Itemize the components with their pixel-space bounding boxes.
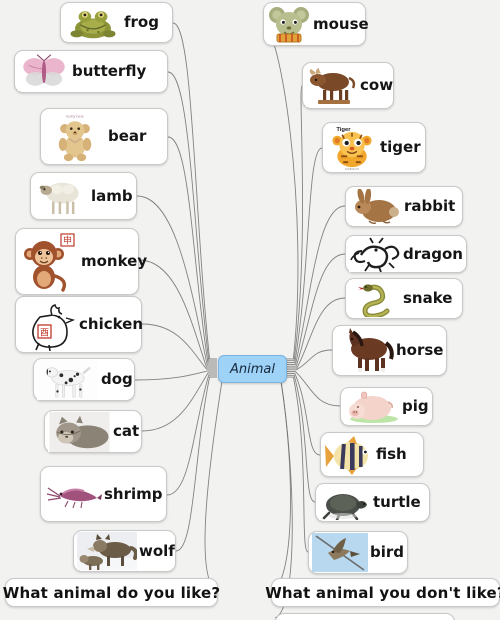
connector-line xyxy=(286,147,323,363)
animal-node-label: pig xyxy=(402,397,429,415)
question-bar[interactable]: What animal you don't like? xyxy=(265,578,500,607)
connector-line xyxy=(262,23,299,360)
connector-line xyxy=(141,372,217,432)
dog-photo xyxy=(37,359,99,400)
cow-photo xyxy=(306,64,358,107)
connector-line xyxy=(138,259,217,368)
animal-node-label: dog xyxy=(101,370,133,388)
animal-node-bird[interactable]: bird xyxy=(308,531,408,574)
connector-line xyxy=(286,373,321,456)
svg-text:Tiger: Tiger xyxy=(336,127,351,133)
animal-node-label: monkey xyxy=(81,252,148,270)
animal-node-horse[interactable]: horse xyxy=(332,325,447,376)
shrimp-photo xyxy=(44,472,102,516)
connector-line xyxy=(270,380,291,593)
animal-node-cow[interactable]: cow xyxy=(302,62,394,109)
animal-node-label: lamb xyxy=(91,186,133,205)
connector-line xyxy=(136,195,217,366)
animal-node-label: turtle xyxy=(373,493,421,511)
bird-photo xyxy=(312,533,368,572)
connector-line xyxy=(286,85,303,362)
animal-node-label: horse xyxy=(396,341,444,359)
connector-line xyxy=(286,371,341,407)
bear-photo: teddy bear xyxy=(44,110,106,163)
animal-node-snake[interactable]: snake xyxy=(345,278,463,319)
animal-node-rabbit[interactable]: rabbit xyxy=(345,186,463,227)
animal-node-dog[interactable]: dog xyxy=(33,358,135,401)
animal-node-label: tiger xyxy=(380,138,421,156)
connector-line xyxy=(167,136,217,364)
central-node-animal[interactable]: Animal xyxy=(218,355,287,383)
animal-node-label: butterfly xyxy=(72,62,147,80)
animal-node-label: bear xyxy=(108,127,147,145)
wolf-photo xyxy=(77,532,137,570)
animal-node-bear[interactable]: teddy bear bear xyxy=(40,108,168,165)
animal-node-dragon[interactable]: dragon xyxy=(345,235,467,273)
animal-node-label: rabbit xyxy=(404,197,456,215)
animal-node-tiger[interactable]: Tiger cuuba.cn tiger xyxy=(322,122,426,173)
animal-node-label: chicken xyxy=(79,315,144,333)
chicken-photo: 酉 xyxy=(19,298,77,351)
cat-photo xyxy=(48,411,111,452)
svg-text:cuuba.cn: cuuba.cn xyxy=(345,167,359,171)
animal-node-label: cat xyxy=(113,422,140,440)
question-label: What animal you don't like? xyxy=(265,583,500,602)
animal-node-shrimp[interactable]: shrimp xyxy=(40,466,167,522)
svg-text:申: 申 xyxy=(63,234,72,245)
animal-node-label: bird xyxy=(370,543,405,561)
question-bar[interactable]: What animal do you like? xyxy=(2,578,221,607)
central-node-label: Animal xyxy=(230,361,275,377)
pig-photo xyxy=(344,389,400,424)
animal-node-wolf[interactable]: wolf xyxy=(73,530,176,572)
horse-photo xyxy=(336,327,394,374)
frog-photo xyxy=(64,4,122,41)
connector-line xyxy=(166,374,217,496)
connector-line xyxy=(286,376,309,553)
animal-node-label: dragon xyxy=(403,244,463,263)
connector-line xyxy=(172,22,217,360)
question-bar-clipped[interactable] xyxy=(275,613,455,620)
animal-node-label: frog xyxy=(124,13,159,31)
snake-photo xyxy=(349,280,401,317)
turtle-photo xyxy=(319,485,371,520)
animal-node-turtle[interactable]: turtle xyxy=(315,483,430,522)
question-label: What animal do you like? xyxy=(2,583,221,602)
connector-line xyxy=(286,349,333,371)
connector-line xyxy=(175,376,217,552)
animal-node-label: mouse xyxy=(313,14,369,33)
connector-line xyxy=(167,71,217,362)
animal-node-monkey[interactable]: 申 monkey xyxy=(15,228,147,295)
connector-line xyxy=(141,323,217,370)
svg-text:teddy bear: teddy bear xyxy=(66,114,84,118)
animal-node-label: wolf xyxy=(139,541,175,560)
animal-node-cat[interactable]: cat xyxy=(44,410,142,453)
animal-node-mouse[interactable]: mouse xyxy=(263,2,369,46)
mind-map-canvas: Animal frog butterfly teddy bear bear la… xyxy=(0,0,500,620)
animal-node-label: fish xyxy=(376,445,407,463)
rabbit-photo xyxy=(349,188,402,225)
lamb-photo xyxy=(34,175,89,217)
animal-node-label: cow xyxy=(360,76,394,94)
animal-node-frog[interactable]: frog xyxy=(60,2,173,43)
mouse-photo xyxy=(267,4,311,44)
animal-node-label: snake xyxy=(403,289,453,307)
animal-node-pig[interactable]: pig xyxy=(340,387,433,426)
tiger-photo: Tiger cuuba.cn xyxy=(326,124,378,171)
connector-line xyxy=(286,374,316,503)
animal-node-fish[interactable]: fish xyxy=(320,432,424,477)
animal-node-butterfly[interactable]: butterfly xyxy=(14,50,168,93)
svg-text:酉: 酉 xyxy=(40,327,49,337)
butterfly-photo xyxy=(18,52,70,91)
fish-photo xyxy=(324,434,374,475)
connector-line xyxy=(204,380,223,593)
animal-node-label: shrimp xyxy=(104,484,163,503)
connector-line xyxy=(134,370,217,381)
animal-node-lamb[interactable]: lamb xyxy=(30,172,137,220)
dragon-photo xyxy=(349,236,401,272)
animal-node-chicken[interactable]: 酉 chicken xyxy=(15,296,144,353)
monkey-photo: 申 xyxy=(19,231,79,292)
